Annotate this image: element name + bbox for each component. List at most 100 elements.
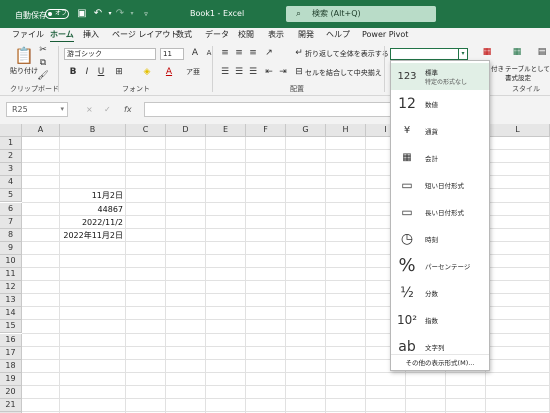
increase-indent-icon[interactable]: ⇥ [276, 66, 290, 78]
decrease-indent-icon[interactable]: ⇤ [262, 66, 276, 78]
merge-center-button[interactable]: セルを結合して中央揃え [305, 68, 382, 78]
conditional-format-icon[interactable]: ▦ [480, 46, 494, 58]
column-header-h[interactable]: H [326, 124, 366, 137]
row-header-18[interactable]: 18 [0, 359, 22, 373]
orientation-icon[interactable]: ↗ [262, 47, 276, 59]
number-format-item[interactable]: ½ 分数 [391, 279, 489, 306]
fill-color-icon[interactable]: ◈ [140, 66, 154, 78]
redo-icon[interactable]: ↷ [114, 8, 126, 20]
number-format-item[interactable]: 10² 指数 [391, 306, 489, 333]
row-header-13[interactable]: 13 [0, 294, 22, 308]
tab-file[interactable]: ファイル [12, 29, 44, 41]
wrap-text-button[interactable]: 折り返して全体を表示する [305, 49, 389, 59]
row-header-12[interactable]: 12 [0, 281, 22, 295]
number-format-select[interactable]: ▾ [390, 48, 468, 60]
name-box[interactable]: R25 ▾ [6, 102, 68, 117]
cancel-icon[interactable]: × [86, 102, 93, 117]
customize-qat-icon[interactable]: ▿ [140, 8, 152, 20]
number-format-item[interactable]: 123 標準 特定の形式なし [391, 63, 489, 90]
tab-page-layout[interactable]: ページ レイアウト [112, 29, 178, 41]
chevron-down-icon[interactable]: ▾ [60, 103, 64, 116]
column-header-f[interactable]: F [246, 124, 286, 137]
conditional-format-label[interactable]: 付き [491, 64, 504, 74]
align-center-icon[interactable]: ☰ [232, 66, 246, 78]
enter-icon[interactable]: ✓ [104, 102, 111, 117]
row-header-16[interactable]: 16 [0, 333, 22, 347]
cell-b6[interactable]: 44867 [60, 203, 123, 216]
row-header-21[interactable]: 21 [0, 399, 22, 413]
table-format-icon[interactable]: ▦ [510, 46, 524, 58]
align-right-icon[interactable]: ☰ [246, 66, 260, 78]
font-name-select[interactable]: 游ゴシック [64, 48, 156, 60]
formula-input[interactable] [144, 102, 394, 117]
row-header-20[interactable]: 20 [0, 385, 22, 399]
row-header-9[interactable]: 9 [0, 241, 22, 255]
format-painter-icon[interactable]: 🖌 [36, 70, 50, 82]
column-header-g[interactable]: G [286, 124, 326, 137]
number-format-item[interactable]: ¥ 通貨 [391, 117, 489, 144]
tab-review[interactable]: 校閲 [238, 29, 254, 41]
cell-styles-icon[interactable]: ▤ [535, 46, 549, 58]
insert-function-icon[interactable]: fx [124, 102, 132, 117]
number-format-item[interactable]: ◷ 時刻 [391, 225, 489, 252]
row-header-6[interactable]: 6 [0, 202, 22, 216]
font-size-select[interactable]: 11 [160, 48, 184, 60]
cell-b5[interactable]: 11月2日 [60, 189, 123, 202]
tab-insert[interactable]: 挿入 [83, 29, 99, 41]
table-format-label-2[interactable]: 書式設定 [505, 73, 531, 83]
row-header-11[interactable]: 11 [0, 268, 22, 282]
column-header-l[interactable]: L [486, 124, 550, 137]
borders-icon[interactable]: ⊞ [112, 66, 126, 78]
search-box[interactable]: ⌕ 検索 (Alt+Q) [286, 6, 436, 22]
row-header-7[interactable]: 7 [0, 215, 22, 229]
align-bottom-icon[interactable]: ≡ [246, 47, 260, 59]
row-header-5[interactable]: 5 [0, 189, 22, 203]
align-left-icon[interactable]: ☰ [218, 66, 232, 78]
cell-b8[interactable]: 2022年11月2日 [60, 229, 123, 242]
tab-formulas[interactable]: 数式 [176, 29, 192, 41]
copy-icon[interactable]: ⧉ [36, 57, 50, 69]
tab-developer[interactable]: 開発 [298, 29, 314, 41]
select-all-corner[interactable] [0, 124, 22, 137]
chevron-down-icon[interactable]: ▾ [458, 49, 467, 59]
column-header-e[interactable]: E [206, 124, 246, 137]
column-header-a[interactable]: A [22, 124, 60, 137]
number-format-item[interactable]: ▭ 長い日付形式 [391, 198, 489, 225]
undo-icon[interactable]: ↶ [92, 8, 104, 20]
row-header-3[interactable]: 3 [0, 163, 22, 177]
bold-button[interactable]: B [66, 66, 80, 78]
column-header-c[interactable]: C [126, 124, 166, 137]
row-header-8[interactable]: 8 [0, 228, 22, 242]
row-header-14[interactable]: 14 [0, 307, 22, 321]
cut-icon[interactable]: ✂ [36, 44, 50, 56]
number-format-item[interactable]: % パーセンテージ [391, 252, 489, 279]
row-header-19[interactable]: 19 [0, 372, 22, 386]
number-format-item[interactable]: ▭ 短い日付形式 [391, 171, 489, 198]
grow-font-icon[interactable]: A [188, 47, 202, 59]
paste-icon[interactable]: 📋 [14, 46, 34, 66]
cell-b7[interactable]: 2022/11/2 [60, 216, 123, 229]
underline-button[interactable]: U [94, 66, 108, 78]
tab-view[interactable]: 表示 [268, 29, 284, 41]
paste-button-label[interactable]: 貼り付け [10, 66, 38, 76]
align-top-icon[interactable]: ≡ [218, 47, 232, 59]
row-header-2[interactable]: 2 [0, 150, 22, 164]
redo-dropdown-icon[interactable]: ▾ [126, 8, 138, 20]
row-header-10[interactable]: 10 [0, 254, 22, 268]
shrink-font-icon[interactable]: A [202, 47, 216, 59]
autosave-toggle[interactable]: オフ [45, 9, 69, 19]
row-header-1[interactable]: 1 [0, 137, 22, 151]
italic-button[interactable]: I [80, 66, 94, 78]
number-format-item[interactable]: 12 数値 [391, 90, 489, 117]
column-header-b[interactable]: B [60, 124, 126, 137]
phonetic-icon[interactable]: ア亜 [186, 66, 200, 78]
tab-power-pivot[interactable]: Power Pivot [362, 29, 408, 41]
column-header-d[interactable]: D [166, 124, 206, 137]
wrap-text-icon[interactable]: ↵ [292, 47, 306, 59]
tab-home[interactable]: ホーム [50, 29, 74, 43]
tab-help[interactable]: ヘルプ [326, 29, 350, 41]
row-header-4[interactable]: 4 [0, 176, 22, 190]
save-icon[interactable]: ▣ [76, 8, 88, 20]
row-header-17[interactable]: 17 [0, 346, 22, 360]
merge-center-icon[interactable]: ⊟ [292, 66, 306, 78]
